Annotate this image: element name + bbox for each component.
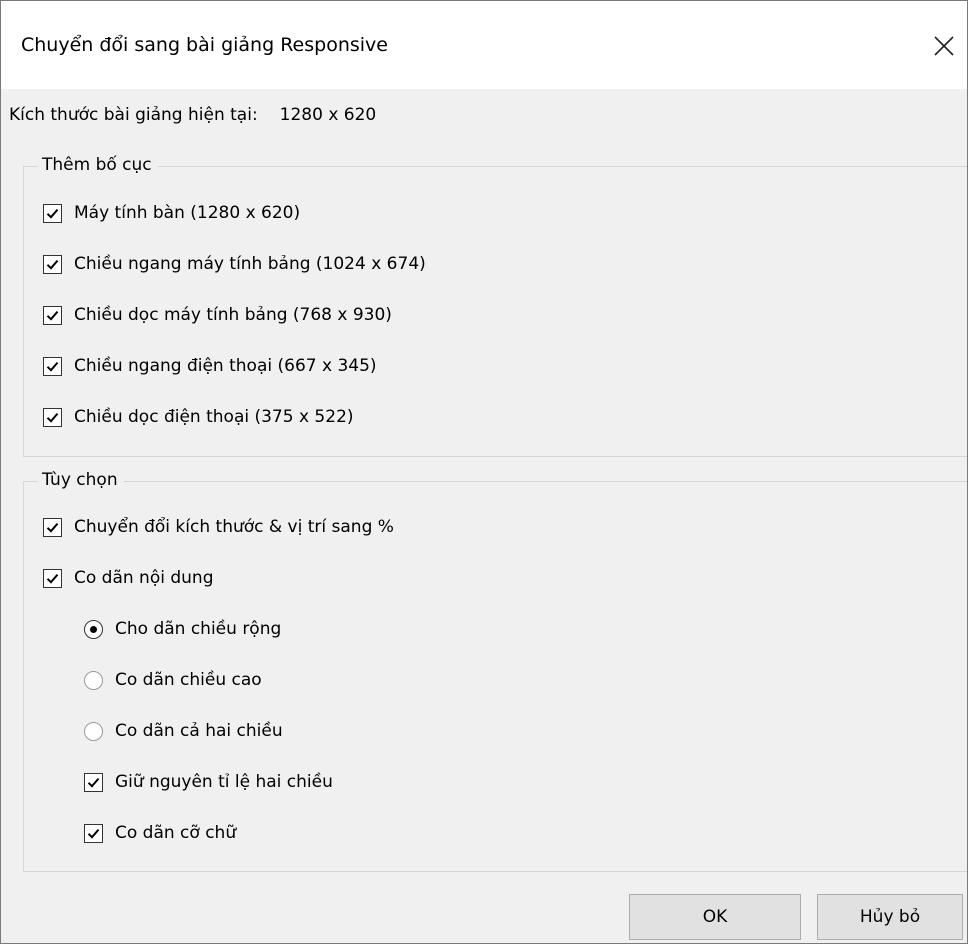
layout-phone-landscape-checkbox[interactable]: Chiều ngang điện thoại (667 x 345)	[43, 352, 377, 380]
current-size-label: Kích thước bài giảng hiện tại:	[9, 105, 258, 125]
dialog-title: Chuyển đổi sang bài giảng Responsive	[21, 34, 388, 56]
checkmark-icon	[46, 573, 59, 584]
checkbox-box[interactable]	[84, 772, 103, 792]
checkbox-box[interactable]	[43, 517, 62, 537]
keep-ratio-checkbox[interactable]: Giữ nguyên tỉ lệ hai chiều	[84, 768, 333, 796]
current-size-value: 1280 x 620	[279, 105, 377, 125]
add-layouts-legend: Thêm bố cục	[38, 153, 158, 177]
checkmark-icon	[46, 259, 59, 270]
current-size-row: Kích thước bài giảng hiện tại: 1280 x 620	[9, 103, 376, 127]
options-legend: Tùy chọn	[38, 468, 124, 492]
convert-percent-checkbox[interactable]: Chuyển đổi kích thước & vị trí sang %	[43, 513, 394, 541]
layout-tablet-landscape-label: Chiều ngang máy tính bảng (1024 x 674)	[74, 254, 426, 274]
checkbox-box[interactable]	[43, 407, 62, 427]
scale-width-label: Cho dãn chiều rộng	[115, 619, 282, 639]
checkmark-icon	[46, 522, 59, 533]
options-group: Tùy chọn Chuyển đổi kích thước & vị trí …	[23, 468, 967, 872]
checkmark-icon	[87, 777, 100, 788]
checkmark-icon	[87, 828, 100, 839]
layout-tablet-landscape-checkbox[interactable]: Chiều ngang máy tính bảng (1024 x 674)	[43, 250, 426, 278]
convert-responsive-dialog: Chuyển đổi sang bài giảng Responsive Kíc…	[0, 0, 968, 944]
checkbox-box[interactable]	[43, 305, 62, 325]
scale-font-checkbox[interactable]: Co dãn cỡ chữ	[84, 819, 236, 847]
radio-button[interactable]	[84, 670, 103, 690]
checkbox-box[interactable]	[43, 356, 62, 376]
scale-content-label: Co dãn nội dung	[74, 568, 214, 588]
radio-button[interactable]	[84, 721, 103, 741]
checkbox-box[interactable]	[43, 203, 62, 223]
checkbox-box[interactable]	[43, 254, 62, 274]
ok-button[interactable]: OK	[629, 894, 801, 940]
scale-height-radio[interactable]: Co dãn chiều cao	[84, 666, 262, 694]
layout-phone-portrait-checkbox[interactable]: Chiều dọc điện thoại (375 x 522)	[43, 403, 354, 431]
keep-ratio-label: Giữ nguyên tỉ lệ hai chiều	[115, 772, 333, 792]
scale-width-radio[interactable]: Cho dãn chiều rộng	[84, 615, 281, 643]
layout-phone-landscape-label: Chiều ngang điện thoại (667 x 345)	[74, 356, 377, 376]
checkbox-box[interactable]	[84, 823, 103, 843]
scale-height-label: Co dãn chiều cao	[115, 670, 262, 690]
radio-dot-icon	[90, 625, 97, 633]
scale-content-checkbox[interactable]: Co dãn nội dung	[43, 564, 214, 592]
add-layouts-group: Thêm bố cục Máy tính bàn (1280 x 620) Ch…	[23, 153, 967, 457]
convert-percent-label: Chuyển đổi kích thước & vị trí sang %	[74, 517, 394, 537]
scale-both-label: Co dãn cả hai chiều	[115, 721, 283, 741]
layout-tablet-portrait-label: Chiều dọc máy tính bảng (768 x 930)	[74, 305, 392, 325]
scale-both-radio[interactable]: Co dãn cả hai chiều	[84, 717, 283, 745]
layout-desktop-label: Máy tính bàn (1280 x 620)	[74, 203, 301, 223]
title-bar: Chuyển đổi sang bài giảng Responsive	[1, 1, 967, 89]
checkmark-icon	[46, 412, 59, 423]
layout-desktop-checkbox[interactable]: Máy tính bàn (1280 x 620)	[43, 199, 300, 227]
layout-tablet-portrait-checkbox[interactable]: Chiều dọc máy tính bảng (768 x 930)	[43, 301, 392, 329]
radio-button[interactable]	[84, 619, 103, 639]
checkmark-icon	[46, 361, 59, 372]
checkmark-icon	[46, 310, 59, 321]
close-icon	[934, 36, 954, 56]
checkmark-icon	[46, 208, 59, 219]
scale-font-label: Co dãn cỡ chữ	[115, 823, 237, 843]
cancel-button[interactable]: Hủy bỏ	[817, 894, 963, 940]
close-button[interactable]	[921, 23, 967, 69]
layout-phone-portrait-label: Chiều dọc điện thoại (375 x 522)	[74, 407, 354, 427]
checkbox-box[interactable]	[43, 568, 62, 588]
